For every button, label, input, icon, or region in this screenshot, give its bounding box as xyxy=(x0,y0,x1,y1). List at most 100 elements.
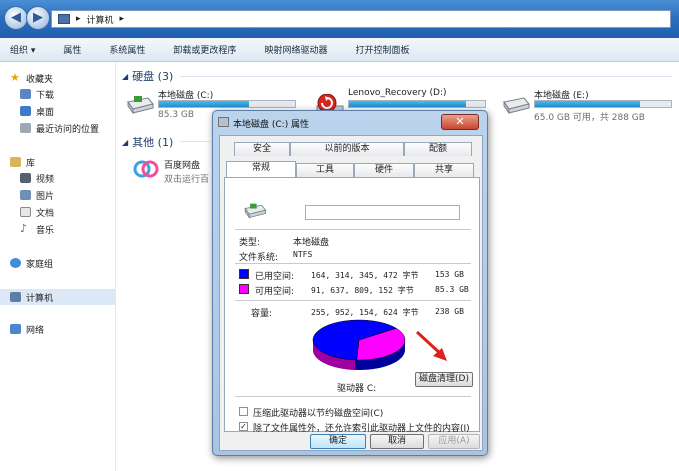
disk-cleanup-button[interactable]: 磁盘清理(D) xyxy=(415,372,473,387)
library-icon xyxy=(10,157,21,167)
title-bar: ◀ ▶ ▸ 计算机 ▸ xyxy=(0,0,679,38)
drive-e[interactable]: 本地磁盘 (E:) 65.0 GB 可用，共 288 GB xyxy=(502,88,678,128)
map-network-drive-button[interactable]: 映射网络驱动器 xyxy=(264,43,327,56)
hard-drive-icon xyxy=(244,203,267,219)
drive-usage-fill xyxy=(349,101,466,107)
sidebar-item-pictures[interactable]: 图片 xyxy=(20,187,136,203)
capacity-label: 容量: xyxy=(251,309,273,319)
baidu-netdisk-item[interactable]: 百度网盘 双击运行百 xyxy=(132,156,212,196)
sidebar-item-desktop[interactable]: 桌面 xyxy=(20,103,136,119)
document-icon xyxy=(20,207,31,217)
download-folder-icon xyxy=(20,89,31,99)
sidebar-item-label: 图片 xyxy=(36,191,55,202)
computer-icon xyxy=(58,14,70,24)
drive-usage-bar xyxy=(348,100,486,108)
ok-button[interactable]: 确定 xyxy=(310,434,366,449)
hard-drive-icon xyxy=(127,96,154,115)
other-title: 其他 (1) xyxy=(132,136,174,149)
homegroup-icon xyxy=(10,258,21,268)
used-space-gb: 153 GB xyxy=(435,270,464,279)
general-tab-panel: 类型: 本地磁盘 文件系统: NTFS 已用空间: 164, 314, 345,… xyxy=(224,177,480,434)
index-drive-checkbox[interactable]: ✓ xyxy=(239,422,248,431)
tab-tools[interactable]: 工具 xyxy=(296,163,354,177)
tab-general[interactable]: 常规 xyxy=(226,161,296,177)
sidebar-item-label: 家庭组 xyxy=(26,259,54,270)
separator xyxy=(235,263,471,264)
tab-security[interactable]: 安全 xyxy=(234,142,290,156)
sidebar-item-recent[interactable]: 最近访问的位置 xyxy=(20,120,136,136)
separator xyxy=(235,396,471,397)
sidebar-item-downloads[interactable]: 下载 xyxy=(20,86,136,102)
uninstall-program-button[interactable]: 卸载或更改程序 xyxy=(173,43,236,56)
filesystem-value: NTFS xyxy=(293,250,313,259)
other-group-header[interactable]: ◢ 其他 (1) xyxy=(122,134,173,150)
free-space-gb: 85.3 GB xyxy=(435,285,469,294)
sidebar-item-favorites[interactable]: ★ 收藏夹 xyxy=(10,70,126,86)
hard-drive-icon xyxy=(503,97,530,115)
filesystem-label: 文件系统: xyxy=(239,253,279,263)
index-drive-label: 除了文件属性外，还允许索引此驱动器上文件的内容(I) xyxy=(253,424,470,434)
compress-drive-checkbox[interactable] xyxy=(239,407,248,416)
network-icon xyxy=(10,324,21,334)
drive-letter-label: 驱动器 C: xyxy=(337,384,377,394)
drive-free-space: 85.3 GB xyxy=(158,110,195,120)
back-button[interactable]: ◀ xyxy=(4,6,28,30)
drive-usage-fill xyxy=(535,101,640,107)
used-space-label: 已用空间: xyxy=(255,272,295,282)
free-space-label: 可用空间: xyxy=(255,287,295,297)
address-bar[interactable]: ▸ 计算机 ▸ xyxy=(51,10,671,28)
disk-usage-pie-chart xyxy=(312,319,406,370)
tab-quota[interactable]: 配额 xyxy=(404,142,472,156)
free-space-swatch xyxy=(239,284,249,294)
sidebar-item-label: 收藏夹 xyxy=(26,74,54,85)
open-control-panel-button[interactable]: 打开控制面板 xyxy=(355,43,409,56)
sidebar-item-label: 音乐 xyxy=(36,225,55,236)
drive-name: Lenovo_Recovery (D:) xyxy=(348,88,447,98)
drive-usage-bar xyxy=(158,100,296,108)
tab-sharing[interactable]: 共享 xyxy=(414,163,474,177)
baidu-netdisk-icon xyxy=(133,160,159,178)
system-properties-button[interactable]: 系统属性 xyxy=(109,43,145,56)
sidebar-item-videos[interactable]: 视频 xyxy=(20,170,136,186)
compress-drive-label: 压缩此驱动器以节约磁盘空间(C) xyxy=(253,409,384,419)
sidebar-item-network[interactable]: 网络 xyxy=(10,321,126,337)
apply-button[interactable]: 应用(A) xyxy=(428,434,480,449)
cancel-button[interactable]: 取消 xyxy=(370,434,424,449)
group-divider xyxy=(180,76,672,77)
address-chevron-icon[interactable]: ▸ xyxy=(120,14,125,24)
computer-icon xyxy=(10,292,21,302)
close-button[interactable]: ✕ xyxy=(441,114,479,130)
properties-button[interactable]: 属性 xyxy=(63,43,81,56)
hard-disks-group-header[interactable]: ◢ 硬盘 (3) xyxy=(122,68,173,84)
item-description: 双击运行百 xyxy=(164,175,210,185)
properties-dialog: 本地磁盘 (C:) 属性 ✕ 安全 以前的版本 配额 常规 工具 硬件 共享 类… xyxy=(212,110,488,456)
tab-hardware[interactable]: 硬件 xyxy=(354,163,414,177)
sidebar-item-music[interactable]: ♪ 音乐 xyxy=(20,221,136,237)
sidebar-item-computer[interactable]: 计算机 xyxy=(0,289,116,305)
video-icon xyxy=(20,173,31,183)
separator xyxy=(235,300,471,301)
forward-button[interactable]: ▶ xyxy=(26,6,50,30)
sidebar-item-label: 视频 xyxy=(36,174,55,185)
sidebar-item-libraries[interactable]: 库 xyxy=(10,154,126,170)
sidebar-item-homegroup[interactable]: 家庭组 xyxy=(10,255,126,271)
tab-previous-versions[interactable]: 以前的版本 xyxy=(290,142,404,156)
sidebar-item-label: 库 xyxy=(26,158,36,169)
volume-label-input[interactable] xyxy=(305,205,460,220)
sidebar-item-label: 桌面 xyxy=(36,107,55,118)
dialog-title: 本地磁盘 (C:) 属性 xyxy=(233,120,310,130)
type-value: 本地磁盘 xyxy=(293,238,330,248)
sidebar-item-label: 下载 xyxy=(36,90,55,101)
used-space-swatch xyxy=(239,269,249,279)
organize-menu[interactable]: 组织 ▾ xyxy=(10,43,35,56)
sidebar-item-documents[interactable]: 文档 xyxy=(20,204,136,220)
used-space-bytes: 164, 314, 345, 472 字节 xyxy=(311,271,419,280)
recent-places-icon xyxy=(20,123,31,133)
star-icon: ★ xyxy=(10,71,20,84)
red-arrow-annotation xyxy=(415,330,447,361)
hard-disks-title: 硬盘 (3) xyxy=(132,70,174,83)
capacity-gb: 238 GB xyxy=(435,307,464,316)
desktop-icon xyxy=(20,106,31,116)
dialog-body: 安全 以前的版本 配额 常规 工具 硬件 共享 类型: 本地磁盘 文件系统: N… xyxy=(219,135,483,451)
drive-usage-fill xyxy=(159,101,249,107)
